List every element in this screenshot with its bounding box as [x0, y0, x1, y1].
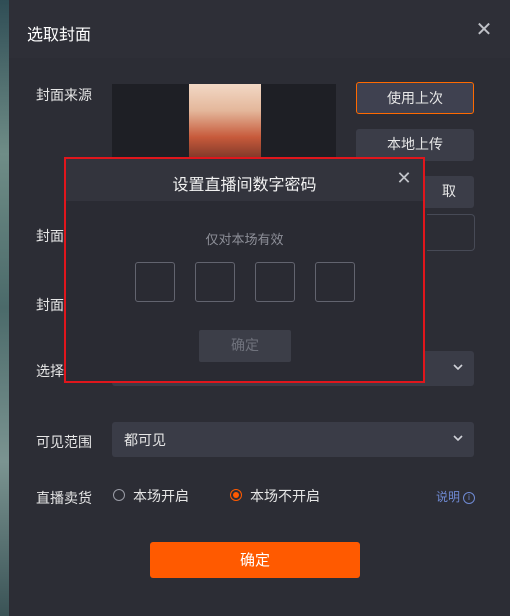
live-sales-off-radio[interactable]: 本场不开启 [230, 486, 330, 506]
modal-title: 设置直播间数字密码 [172, 175, 317, 194]
cover-preview [112, 84, 336, 160]
live-sales-label: 直播卖货 [36, 491, 92, 507]
radio-label: 本场开启 [133, 489, 189, 505]
help-label: 说明 [436, 490, 461, 504]
visibility-value: 都可见 [124, 433, 166, 449]
chevron-down-icon [453, 435, 463, 442]
use-last-button[interactable]: 使用上次 [356, 82, 474, 114]
digit-input-4[interactable] [315, 262, 355, 302]
close-icon[interactable]: ✕ [393, 168, 415, 190]
digit-input-3[interactable] [255, 262, 295, 302]
info-icon: i [463, 492, 476, 504]
digit-input-2[interactable] [195, 262, 235, 302]
visibility-select[interactable]: 都可见 [112, 422, 474, 457]
cover-source-label: 封面来源 [36, 88, 92, 104]
cover-thumbnail-image [189, 84, 261, 160]
digit-input-1[interactable] [135, 262, 175, 302]
cover-row-label: 封面 [36, 229, 64, 245]
live-sales-on-radio[interactable]: 本场开启 [113, 486, 203, 506]
modal-header: 设置直播间数字密码 ✕ [66, 159, 423, 201]
radio-selected-icon [230, 489, 242, 501]
confirm-button[interactable]: 确定 [150, 542, 360, 578]
cover-row-label-2: 封面 [36, 298, 64, 314]
password-modal: 设置直播间数字密码 ✕ 仅对本场有效 确定 [66, 159, 423, 381]
radio-label: 本场不开启 [250, 489, 320, 505]
chevron-down-icon [453, 364, 463, 371]
close-icon[interactable]: ✕ [473, 18, 495, 40]
select-row-label: 选择 [36, 364, 64, 380]
cover-input-edge[interactable] [427, 214, 475, 251]
dialog-title: 选取封面 [27, 25, 92, 44]
visibility-label: 可见范围 [36, 435, 92, 451]
background-app-edge [0, 0, 9, 616]
help-link[interactable]: 说明 i [436, 488, 476, 505]
modal-confirm-button[interactable]: 确定 [199, 330, 291, 362]
modal-hint: 仅对本场有效 [205, 233, 284, 248]
dialog-titlebar: 选取封面 ✕ [9, 0, 510, 58]
radio-icon [113, 489, 125, 501]
